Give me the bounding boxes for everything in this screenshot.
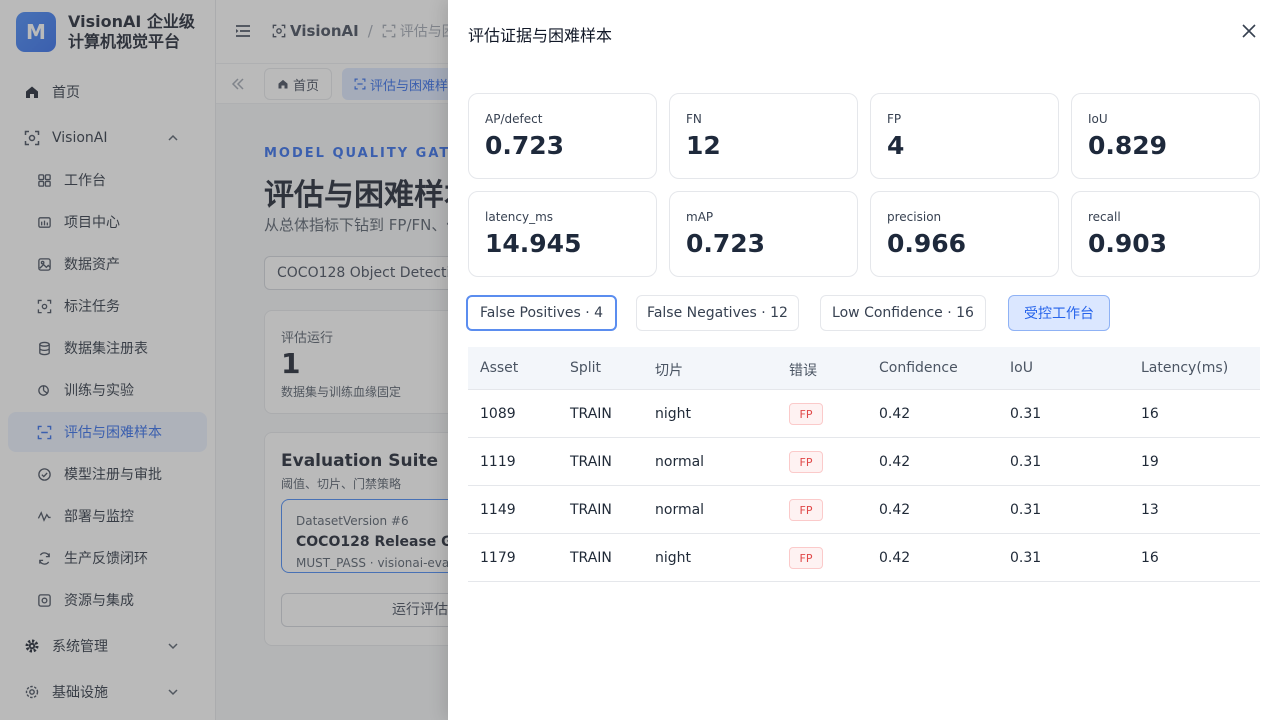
cell-iou: 0.31 [1010, 454, 1042, 470]
filter-false-positives[interactable]: False Positives · 4 [466, 295, 617, 331]
metric-value: 14.945 [485, 229, 582, 258]
table-header: Asset Split 切片 错误 Confidence IoU Latency… [468, 347, 1260, 390]
metric-value: 0.829 [1088, 131, 1168, 160]
metric-value: 4 [887, 131, 905, 160]
controlled-workbench-button[interactable]: 受控工作台 [1008, 295, 1110, 331]
table-row[interactable]: 1119 TRAIN normal FP 0.42 0.31 19 [468, 438, 1260, 486]
metric-label: AP/defect [485, 112, 543, 126]
error-badge: FP [789, 547, 823, 569]
metric-card-fp: FP 4 [870, 93, 1059, 179]
cell-confidence: 0.42 [879, 550, 911, 566]
evidence-drawer: 评估证据与困难样本 AP/defect 0.723 FN 12 FP 4 IoU… [448, 0, 1280, 720]
metric-label: mAP [686, 210, 714, 224]
cell-iou: 0.31 [1010, 406, 1042, 422]
column-header: IoU [1010, 360, 1033, 376]
metric-card-latency: latency_ms 14.945 [468, 191, 657, 277]
cell-confidence: 0.42 [879, 454, 911, 470]
cell-slice: night [655, 550, 692, 566]
table-row[interactable]: 1089 TRAIN night FP 0.42 0.31 16 [468, 390, 1260, 438]
metric-label: precision [887, 210, 942, 224]
table-row[interactable]: 1149 TRAIN normal FP 0.42 0.31 13 [468, 486, 1260, 534]
cell-asset: 1089 [480, 406, 516, 422]
cell-split: TRAIN [570, 406, 612, 422]
cell-split: TRAIN [570, 454, 612, 470]
metric-card-iou: IoU 0.829 [1071, 93, 1260, 179]
table-row[interactable]: 1179 TRAIN night FP 0.42 0.31 16 [468, 534, 1260, 582]
cell-confidence: 0.42 [879, 406, 911, 422]
column-header: Latency(ms) [1141, 360, 1229, 376]
metric-card-recall: recall 0.903 [1071, 191, 1260, 277]
cell-asset: 1179 [480, 550, 516, 566]
cell-latency: 19 [1141, 454, 1159, 470]
hard-samples-table: Asset Split 切片 错误 Confidence IoU Latency… [468, 347, 1260, 582]
cell-slice: night [655, 406, 692, 422]
column-header: Split [570, 360, 602, 376]
column-header: 错误 [789, 363, 817, 379]
column-header: Asset [480, 360, 519, 376]
metric-value: 0.966 [887, 229, 967, 258]
cell-slice: normal [655, 454, 705, 470]
metric-label: IoU [1088, 112, 1108, 126]
cell-split: TRAIN [570, 502, 612, 518]
metric-card-precision: precision 0.966 [870, 191, 1059, 277]
filter-low-confidence[interactable]: Low Confidence · 16 [820, 295, 986, 331]
cell-iou: 0.31 [1010, 502, 1042, 518]
column-header: 切片 [655, 363, 683, 379]
cell-latency: 13 [1141, 502, 1159, 518]
cell-iou: 0.31 [1010, 550, 1042, 566]
error-badge: FP [789, 451, 823, 473]
metric-card-map: mAP 0.723 [669, 191, 858, 277]
drawer-title: 评估证据与困难样本 [468, 26, 613, 45]
metric-value: 0.723 [485, 131, 565, 160]
metric-label: recall [1088, 210, 1121, 224]
cell-latency: 16 [1141, 406, 1159, 422]
cell-latency: 16 [1141, 550, 1159, 566]
metric-label: latency_ms [485, 210, 554, 224]
error-badge: FP [789, 403, 823, 425]
cell-asset: 1149 [480, 502, 516, 518]
cell-slice: normal [655, 502, 705, 518]
metric-label: FP [887, 112, 902, 126]
metric-value: 0.723 [686, 229, 766, 258]
cell-asset: 1119 [480, 454, 516, 470]
metric-card-ap-defect: AP/defect 0.723 [468, 93, 657, 179]
metric-card-fn: FN 12 [669, 93, 858, 179]
cell-split: TRAIN [570, 550, 612, 566]
column-header: Confidence [879, 360, 958, 376]
metric-value: 0.903 [1088, 229, 1168, 258]
error-badge: FP [789, 499, 823, 521]
filter-false-negatives[interactable]: False Negatives · 12 [636, 295, 799, 331]
metric-label: FN [686, 112, 702, 126]
close-icon[interactable] [1240, 22, 1258, 40]
cell-confidence: 0.42 [879, 502, 911, 518]
metric-value: 12 [686, 131, 721, 160]
